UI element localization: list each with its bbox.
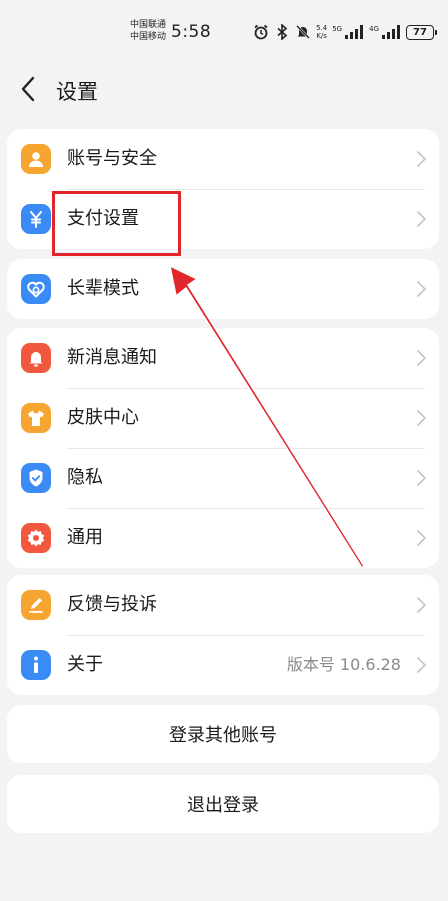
bell-icon: [21, 343, 51, 373]
net-speed-unit: K/s: [316, 32, 327, 40]
page-header: 设置: [0, 62, 448, 116]
settings-row-notifications[interactable]: 新消息通知: [7, 328, 439, 388]
back-button[interactable]: [16, 74, 40, 104]
chevron-right-icon: [417, 530, 427, 546]
login-other-account-button[interactable]: 登录其他账号: [7, 705, 439, 763]
sim2-network-type: 4G: [369, 25, 379, 33]
settings-row-skin-center[interactable]: 皮肤中心: [7, 388, 439, 448]
chevron-right-icon: [417, 597, 427, 613]
status-icons: 5.4 K/s 5G 4G 77: [253, 22, 437, 42]
row-label: 账号与安全: [67, 148, 157, 169]
status-bar: 中国联通 中国移动 5:58 5.4 K/s 5G 4G 77: [0, 0, 448, 58]
account-icon: [21, 144, 51, 174]
payment-yuan-icon: [21, 204, 51, 234]
row-label: 皮肤中心: [67, 407, 139, 428]
net-speed-value: 5.4: [316, 24, 328, 32]
tshirt-icon: [21, 403, 51, 433]
alarm-icon: [253, 24, 269, 40]
row-label: 新消息通知: [67, 347, 157, 368]
settings-row-about[interactable]: 关于 版本号 10.6.28: [7, 635, 439, 695]
row-label: 长辈模式: [67, 278, 139, 299]
settings-group-account: 账号与安全 支付设置: [7, 129, 439, 249]
row-label: 通用: [67, 527, 103, 548]
settings-row-elder-mode[interactable]: 长辈模式: [7, 259, 439, 319]
settings-row-account-security[interactable]: 账号与安全: [7, 129, 439, 189]
settings-group-elder: 长辈模式: [7, 259, 439, 319]
logout-button[interactable]: 退出登录: [7, 775, 439, 833]
battery-icon: 77: [406, 24, 437, 40]
row-label: 隐私: [67, 467, 103, 488]
signal-icon-sim2: 4G: [369, 25, 401, 39]
bluetooth-icon: [274, 24, 290, 40]
status-time: 5:58: [171, 22, 212, 42]
carrier-info: 中国联通 中国移动: [130, 19, 166, 43]
settings-group-about: 反馈与投诉 关于 版本号 10.6.28: [7, 575, 439, 695]
chevron-right-icon: [417, 657, 427, 673]
settings-group-general: 新消息通知 皮肤中心 隐私 通用: [7, 328, 439, 568]
row-label: 关于: [67, 654, 103, 675]
chevron-right-icon: [417, 410, 427, 426]
chevron-left-icon: [21, 76, 35, 102]
carrier-1: 中国联通: [130, 20, 167, 30]
signal-icon-sim1: 5G: [332, 25, 364, 39]
settings-row-payment[interactable]: 支付设置: [7, 189, 439, 249]
chevron-right-icon: [417, 281, 427, 297]
elder-mode-icon: [21, 274, 51, 304]
page-title: 设置: [56, 80, 98, 104]
version-value: 版本号 10.6.28: [286, 655, 401, 674]
row-label: 支付设置: [67, 208, 139, 229]
carrier-2: 中国移动: [130, 32, 167, 42]
settings-row-privacy[interactable]: 隐私: [7, 448, 439, 508]
info-icon: [21, 650, 51, 680]
settings-row-feedback[interactable]: 反馈与投诉: [7, 575, 439, 635]
shield-icon: [21, 463, 51, 493]
sim1-network-type: 5G: [332, 25, 343, 33]
chevron-right-icon: [417, 151, 427, 167]
mute-icon: [295, 24, 311, 40]
settings-row-general[interactable]: 通用: [7, 508, 439, 568]
chevron-right-icon: [417, 211, 427, 227]
network-speed: 5.4 K/s: [316, 24, 327, 40]
chevron-right-icon: [417, 350, 427, 366]
chevron-right-icon: [417, 470, 427, 486]
feedback-pen-icon: [21, 590, 51, 620]
gear-icon: [21, 523, 51, 553]
row-label: 反馈与投诉: [67, 594, 157, 615]
